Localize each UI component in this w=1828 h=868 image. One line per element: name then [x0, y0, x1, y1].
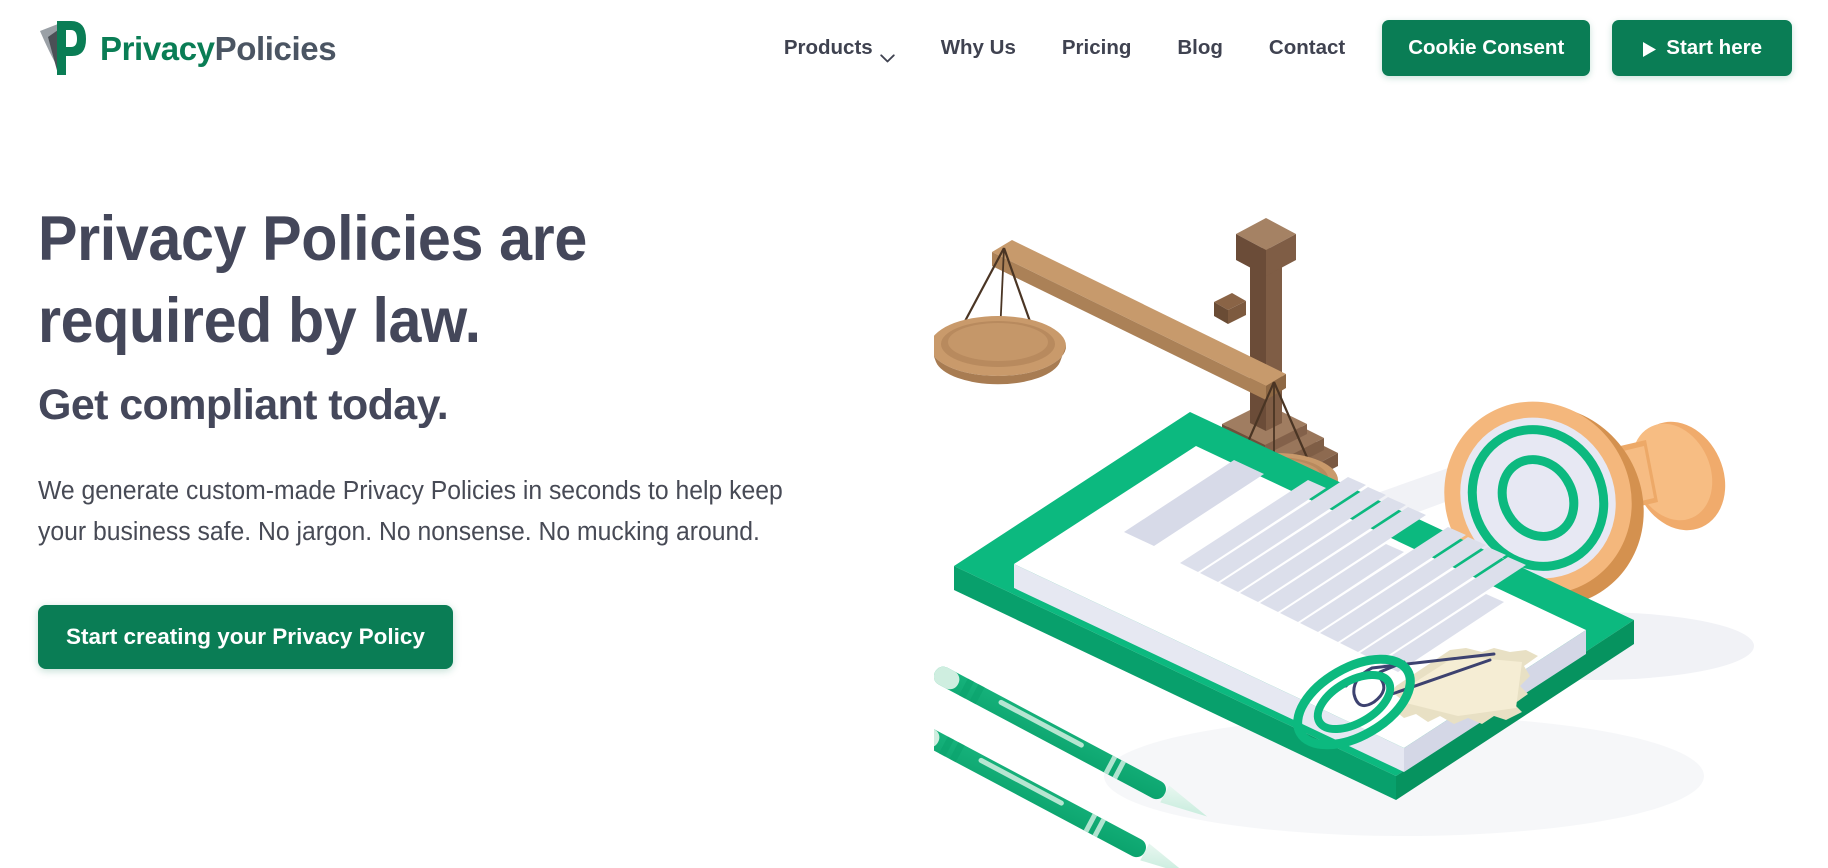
cookie-consent-button-label: Cookie Consent — [1408, 36, 1565, 59]
pens-illustration — [934, 666, 1208, 868]
nav-item-contact-label: Contact — [1268, 36, 1346, 59]
logo-wordmark: PrivacyPolicies — [100, 29, 337, 67]
certificate-seal — [1392, 648, 1538, 724]
chevron-down-icon — [880, 45, 895, 63]
site-logo[interactable]: PrivacyPolicies — [38, 18, 337, 78]
nav-item-pricing[interactable]: Pricing — [1039, 26, 1155, 70]
hero-description: We generate custom-made Privacy Policies… — [38, 476, 783, 546]
hero-copy: Privacy Policies are required by law. Ge… — [38, 96, 918, 670]
nav-item-products[interactable]: Products — [761, 26, 918, 70]
nav-item-blog[interactable]: Blog — [1154, 26, 1246, 70]
nav-item-why-us[interactable]: Why Us — [918, 26, 1039, 70]
hero-illustration — [934, 216, 1828, 868]
stamped-ring-mark — [1293, 654, 1415, 750]
logo-word-privacy: Privacy — [100, 29, 215, 67]
start-creating-privacy-policy-label: Start creating your Privacy Policy — [66, 624, 425, 650]
start-here-button[interactable]: Start here — [1612, 20, 1792, 76]
play-icon — [1642, 40, 1657, 57]
cookie-consent-button[interactable]: Cookie Consent — [1382, 20, 1591, 76]
start-here-button-label: Start here — [1666, 36, 1762, 59]
main-navigation: Products Why Us Pricing Blog Contact Coo… — [761, 20, 1792, 76]
privacy-policies-logo-icon — [38, 18, 92, 78]
nav-item-products-label: Products — [783, 36, 873, 59]
nav-item-why-us-label: Why Us — [940, 36, 1016, 59]
logo-word-policies: Policies — [214, 29, 337, 67]
hero-section: Privacy Policies are required by law. Ge… — [0, 96, 1828, 868]
start-creating-privacy-policy-button[interactable]: Start creating your Privacy Policy — [38, 605, 453, 670]
hero-subtitle: Get compliant today. — [38, 380, 449, 429]
scales-of-justice-illustration — [934, 218, 1494, 532]
rubber-stamp-illustration — [1444, 401, 1726, 607]
legal-document-illustration — [954, 412, 1634, 800]
site-header: PrivacyPolicies Products Why Us Pricing … — [0, 0, 1828, 96]
signature-scribble — [1344, 652, 1496, 708]
nav-item-pricing-label: Pricing — [1061, 36, 1132, 59]
nav-item-blog-label: Blog — [1177, 36, 1223, 59]
nav-item-contact[interactable]: Contact — [1246, 26, 1368, 70]
page-title: Privacy Policies are required by law. — [38, 204, 587, 356]
